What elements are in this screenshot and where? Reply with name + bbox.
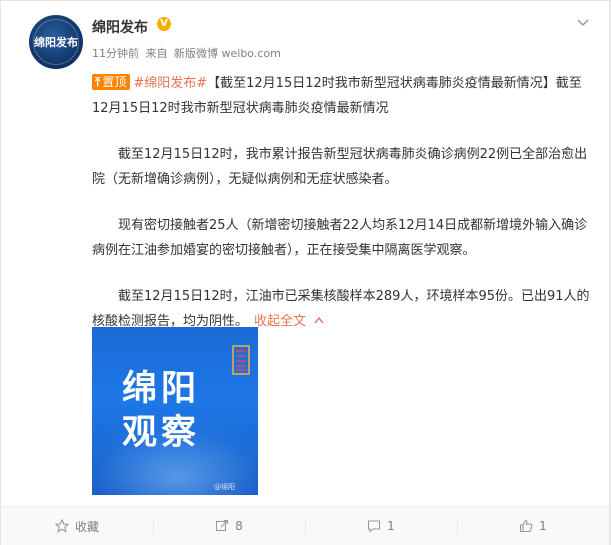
comment-button[interactable]: 1 [305,507,457,545]
pin-icon: ⤒ [95,75,101,89]
post-paragraph: ⤒ 置顶 #绵阳发布#【截至12月15日12时我市新型冠状病毒肺炎疫情最新情况】截至… [92,71,595,121]
like-count: 1 [539,519,547,533]
verified-icon: V [157,17,171,31]
logo-icon [232,345,250,375]
post-source[interactable]: 新版微博 weibo.com [174,47,281,60]
post-paragraph-text: 截至12月15日12时，江油市已采集核酸样本289人，环境样本95份。已出91人… [92,289,590,329]
post-paragraph: 截至12月15日12时，我市累计报告新型冠状病毒肺炎确诊病例22例已全部治愈出院… [92,147,588,187]
post-text: ⤒ 置顶 #绵阳发布#【截至12月15日12时我市新型冠状病毒肺炎疫情最新情况】截至… [92,71,595,334]
post-paragraph: 现有密切接触者25人（新增密切接触者22人均系12月14日成都新增境外输入确诊病… [92,218,588,258]
comment-count: 1 [387,519,395,533]
author-name[interactable]: 绵阳发布 [92,17,148,37]
image-title-line: 绵阳 [122,369,201,409]
top-tag-label: 置顶 [102,75,127,89]
repost-count: 8 [235,519,243,533]
repost-button[interactable]: 8 [153,507,305,545]
weibo-card: 绵阳发布 绵阳发布 V 11分钟前 来自 新版微博 weibo.com ⤒ 置顶 #… [0,0,610,545]
source-prefix: 来自 [145,47,168,60]
thumbs-up-icon [520,519,533,533]
chevron-down-icon[interactable] [576,15,590,29]
avatar-text: 绵阳发布 [34,36,78,49]
post-image[interactable]: 绵阳 观察 @绵阳 [92,327,258,495]
favorite-button[interactable]: 收藏 [1,507,153,545]
favorite-label: 收藏 [74,519,99,534]
repost-icon [216,519,229,532]
top-tag: ⤒ 置顶 [92,74,131,90]
avatar[interactable]: 绵阳发布 [29,15,83,69]
star-icon [54,519,69,533]
image-title-line: 观察 [122,413,201,453]
like-button[interactable]: 1 [457,507,609,545]
image-title: 绵阳 观察 [122,367,200,455]
collapse-button[interactable]: 收起全文 [254,314,324,329]
hashtag-link[interactable]: #绵阳发布# [133,76,207,91]
chevron-up-icon [314,316,324,324]
post-time[interactable]: 11分钟前 [92,47,139,60]
image-watermark: @绵阳 [214,483,235,491]
action-bar: 收藏 8 1 1 [1,506,609,545]
collapse-label: 收起全文 [254,314,307,329]
comment-icon [368,520,381,533]
post-meta: 11分钟前 来自 新版微博 weibo.com [92,45,284,61]
